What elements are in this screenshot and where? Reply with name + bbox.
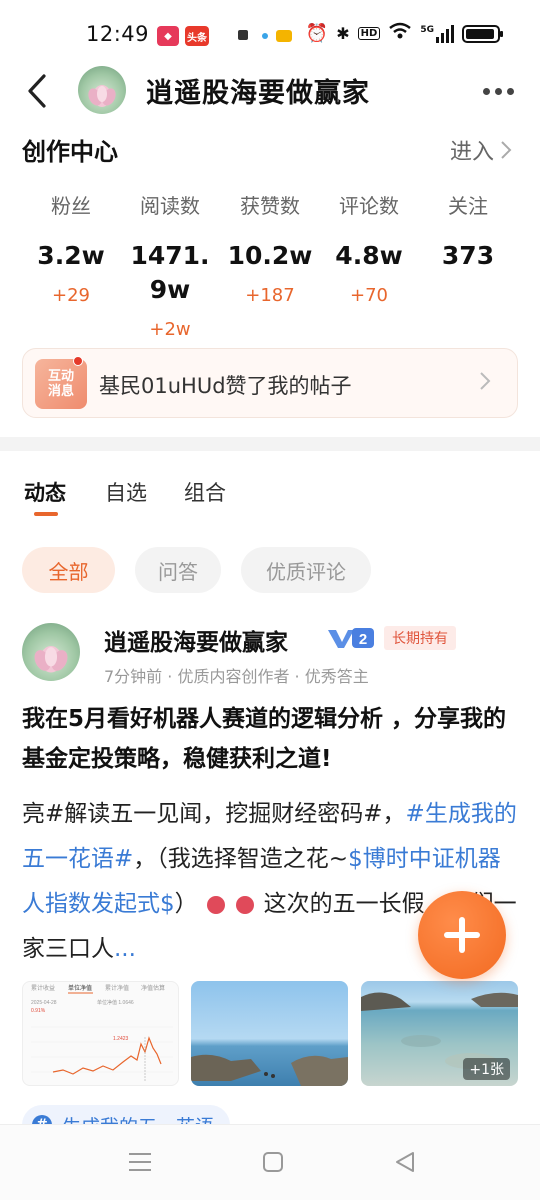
section-divider <box>0 437 540 451</box>
enter-label: 进入 <box>449 140 494 165</box>
post-image-sea-2[interactable]: +1张 <box>361 981 518 1086</box>
back-nav-button[interactable] <box>394 1151 416 1177</box>
chart-gain: 0.91% <box>31 1008 46 1014</box>
stat-label: 阅读数 <box>140 194 200 218</box>
post-meta: 7分钟前 · 优质内容创作者 · 优秀答主 <box>104 667 369 686</box>
filter-all[interactable]: 全部 <box>22 547 115 593</box>
wifi-icon <box>388 22 412 45</box>
app-icon <box>276 30 292 42</box>
more-dot <box>483 88 490 95</box>
battery-icon <box>462 24 503 43</box>
signal-icon: 5G <box>420 24 454 43</box>
square-icon <box>263 1152 283 1172</box>
home-button[interactable] <box>262 1151 284 1177</box>
chart-peak: 1.2423 <box>113 1036 129 1042</box>
stat-value: 4.8w <box>335 241 403 270</box>
post-title[interactable]: 我在5月看好机器人赛道的逻辑分析 ，分享我的基金定投策略，稳健获利之道! <box>22 699 518 779</box>
stat-delta: +70 <box>350 285 388 306</box>
creation-center-enter-link[interactable]: 进入 <box>450 134 512 166</box>
level-number: 2 <box>359 631 367 648</box>
interaction-message-icon: 互动 消息 <box>35 359 87 409</box>
hd-icon: HD <box>357 27 381 40</box>
stat-likes[interactable]: 获赞数 10.2w +187 <box>220 190 320 306</box>
back-arrow-icon <box>28 74 46 108</box>
app-notification-icon: ◆ <box>157 26 179 46</box>
system-icons: ⏰ ✱ HD 5G <box>305 22 503 45</box>
stat-label: 获赞数 <box>240 194 300 218</box>
stat-label: 粉丝 <box>51 194 91 218</box>
alarm-icon: ⏰ <box>305 23 329 44</box>
rose-emoji-icon <box>206 895 225 914</box>
post-image-chart[interactable]: 累计收益 单位净值 累计净值 净值估算 2025-04-28 0.91% 单位净… <box>22 981 179 1086</box>
stat-value: 10.2w <box>227 241 313 270</box>
chevron-right-icon <box>501 141 512 159</box>
stat-delta: +2w <box>149 319 191 340</box>
chart-tab-label: 累计收益 <box>31 984 55 992</box>
back-button[interactable] <box>22 72 52 112</box>
badge-top: 互动 <box>47 369 74 384</box>
stat-fans[interactable]: 粉丝 3.2w +29 <box>21 190 121 306</box>
body-text: ，（我选择智造之花~ <box>133 846 349 872</box>
stat-label: 关注 <box>448 194 488 218</box>
chart-tab-label: 净值估算 <box>141 984 165 992</box>
active-tab-indicator <box>34 512 58 516</box>
fund-chart-thumbnail: 累计收益 单位净值 累计净值 净值估算 2025-04-28 0.91% 单位净… <box>31 984 173 1082</box>
expand-more-link[interactable]: ... <box>114 936 136 962</box>
chart-tab-label: 单位净值 <box>68 984 92 992</box>
tiktok-icon <box>238 30 248 40</box>
more-options-button[interactable] <box>483 88 514 95</box>
creation-center-title: 创作中心 <box>22 138 118 166</box>
bluetooth-icon: ✱ <box>336 24 350 43</box>
header-avatar[interactable] <box>78 66 126 114</box>
toutiao-label: 头条 <box>187 32 207 44</box>
page-title: 逍遥股海要做赢家 <box>146 78 370 109</box>
network-label: 5G <box>420 24 434 35</box>
stat-value: 1471.9w <box>130 241 210 304</box>
post-author-avatar[interactable] <box>22 623 80 681</box>
menu-icon <box>129 1153 151 1171</box>
badge-bottom: 消息 <box>47 384 74 399</box>
interaction-notice[interactable]: 互动 消息 基民01uHUd赞了我的帖子 <box>22 348 518 418</box>
post-author-name[interactable]: 逍遥股海要做赢家 <box>104 623 288 657</box>
rose-emoji-icon <box>236 895 255 914</box>
stat-reads[interactable]: 阅读数 1471.9w +2w <box>120 190 220 340</box>
stat-delta: +187 <box>245 285 295 306</box>
tab-portfolio[interactable]: 组合 <box>184 477 226 507</box>
status-time: 12:49 <box>86 22 150 46</box>
stat-label: 评论数 <box>339 194 399 218</box>
triangle-back-icon <box>396 1152 414 1172</box>
stat-following[interactable]: 关注 373 <box>418 190 518 273</box>
tab-activity[interactable]: 动态 <box>24 477 66 507</box>
body-text: 亮#解读五一见闻，挖掘财经密码#， <box>22 801 406 827</box>
status-bar: 12:49 ◆ 头条 ⏰ ✱ HD 5G <box>0 0 540 72</box>
stat-value: 3.2w <box>37 241 105 270</box>
post-image-sea-1[interactable] <box>191 981 348 1086</box>
long-term-hold-badge: 长期持有 <box>384 626 456 650</box>
chart-nav-label: 单位净值 1.0646 <box>97 999 134 1006</box>
stat-comments[interactable]: 评论数 4.8w +70 <box>319 190 419 306</box>
more-images-count: +1张 <box>463 1058 510 1080</box>
chart-date: 2025-04-28 <box>31 1000 57 1006</box>
dot-icon <box>262 33 268 39</box>
filter-quality-comments[interactable]: 优质评论 <box>241 547 371 593</box>
recent-apps-button[interactable] <box>128 1151 152 1177</box>
chart-tab-label: 累计净值 <box>105 984 129 992</box>
lotus-icon <box>88 85 116 107</box>
unread-dot <box>73 356 83 366</box>
system-nav-bar <box>0 1124 540 1200</box>
lotus-icon <box>34 645 68 673</box>
verified-level-badge: 2 <box>326 626 376 650</box>
stat-delta: +29 <box>52 285 90 306</box>
more-dot <box>495 88 502 95</box>
body-text: ） <box>174 891 198 917</box>
create-post-fab[interactable] <box>418 891 506 979</box>
toutiao-notification-icon: 头条 <box>185 26 209 46</box>
filter-qa[interactable]: 问答 <box>135 547 221 593</box>
chevron-right-icon <box>479 371 491 397</box>
tab-watchlist[interactable]: 自选 <box>105 477 147 507</box>
more-dot <box>507 88 514 95</box>
stat-value: 373 <box>441 241 495 270</box>
sea-photo <box>191 1054 348 1086</box>
notice-text: 基民01uHUd赞了我的帖子 <box>99 374 352 398</box>
